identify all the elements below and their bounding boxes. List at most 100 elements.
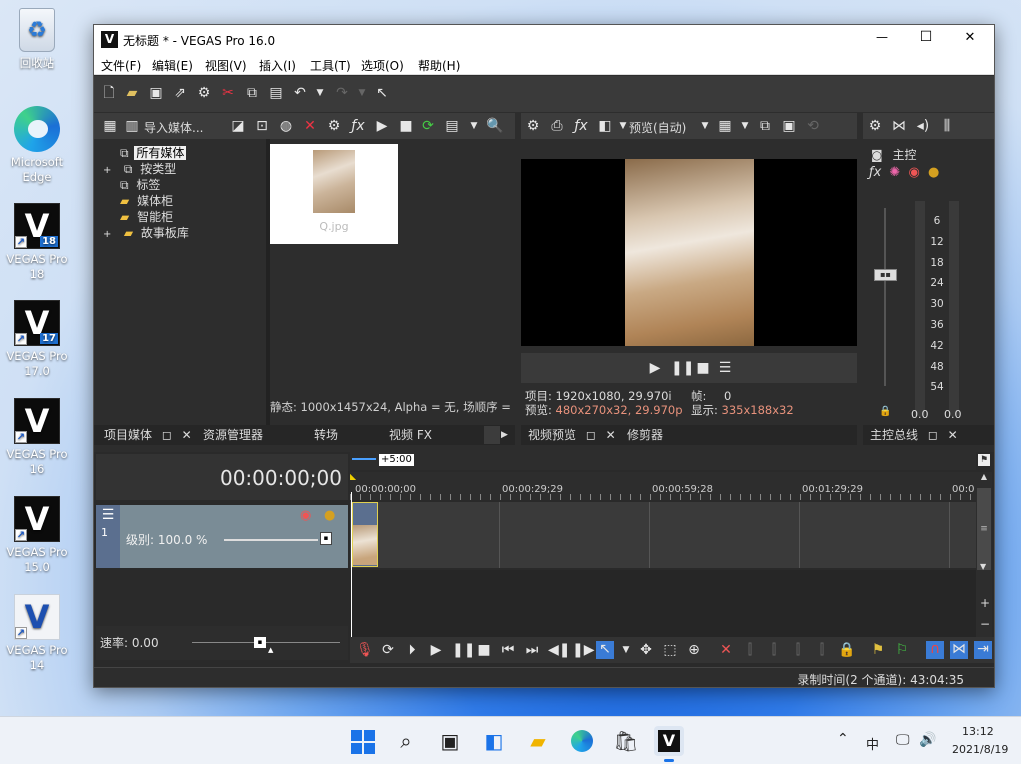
quality-dropdown-icon[interactable]: ▼ (697, 118, 713, 134)
cursor-marker-icon[interactable]: ◣ (350, 472, 356, 481)
tab-project-media[interactable]: 项目媒体 ◻ ✕ (104, 426, 192, 444)
time-ruler[interactable]: ◣ 00:00:00;00 00:00:29;29 00:00:59;28 00… (350, 472, 976, 500)
tab-trimmer[interactable]: 修剪器 (627, 426, 663, 444)
zoom-in-vertical-icon[interactable]: + (980, 596, 990, 610)
mixer-settings-icon[interactable]: ⚙ (867, 118, 883, 134)
vegas-taskbar-button[interactable]: V (654, 726, 684, 762)
menu-tools[interactable]: 工具(T) (310, 57, 351, 74)
empty-track-area[interactable] (350, 570, 976, 640)
tree-item-storyboard[interactable]: + ▰ 故事板库 (103, 224, 189, 241)
preview-play-icon[interactable]: ▶ (647, 360, 663, 376)
redo-dropdown-icon[interactable]: ▼ (354, 85, 370, 101)
tab-video-preview[interactable]: 视频预览 ◻ ✕ (528, 426, 616, 444)
tab-master-bus[interactable]: 主控总线 ◻ ✕ (870, 426, 958, 444)
tab-transitions[interactable]: 转场 (314, 426, 338, 444)
clock-date[interactable]: 2021/8/19 (952, 743, 1008, 756)
close-button[interactable]: ✕ (950, 30, 990, 45)
tree-item-smart-bin[interactable]: ▰ 智能柜 (120, 208, 173, 225)
previous-frame-icon[interactable]: ◀❚ (548, 642, 571, 658)
ime-indicator[interactable]: 中 (866, 734, 879, 753)
preview-pause-icon[interactable]: ❚❚ (671, 360, 694, 376)
track-solo-icon[interactable]: ● (324, 508, 335, 523)
close-tab-icon[interactable]: ✕ (948, 428, 958, 442)
tab-scroll-right-icon[interactable]: ▶ (501, 426, 508, 444)
minimize-button[interactable]: — (862, 30, 902, 44)
desktop-icon-vegas-18[interactable]: V 18 ↗ VEGAS Pro 18 (2, 203, 72, 282)
preview-quality-select[interactable]: 预览(自动) (629, 119, 686, 136)
track-menu-icon[interactable]: ☰ (96, 507, 120, 523)
track-selector[interactable]: ☰ 1 (96, 505, 120, 568)
mixer-faders-icon[interactable]: ⫼ (939, 118, 955, 134)
copy-icon[interactable]: ⧉ (244, 85, 260, 101)
menu-edit[interactable]: 编辑(E) (152, 57, 193, 74)
track-lane[interactable] (350, 502, 976, 568)
lock-event-icon[interactable]: 🔒 (838, 642, 855, 658)
scroll-thumb[interactable]: ≡ (977, 488, 991, 570)
close-tab-icon[interactable]: ✕ (606, 428, 616, 442)
menu-insert[interactable]: 插入(I) (259, 57, 296, 74)
tab-explorer[interactable]: 资源管理器 (203, 426, 263, 444)
normal-edit-tool-icon[interactable]: ↖ (596, 641, 614, 659)
preview-menu-icon[interactable]: ☰ (717, 360, 733, 376)
delete-icon[interactable]: ✕ (718, 642, 734, 658)
fx-icon[interactable]: ƒx (350, 118, 366, 134)
envelope-tool-icon[interactable]: ✥ (638, 642, 654, 658)
open-folder-icon[interactable]: ▰ (124, 85, 140, 101)
tree-item-media-bin[interactable]: ▰ 媒体柜 (120, 192, 173, 209)
tab-video-fx[interactable]: 视频 FX (389, 426, 432, 444)
settings-icon[interactable]: ⚙ (196, 85, 212, 101)
tree-item-tags[interactable]: ⧉ 标签 (120, 176, 160, 193)
sync-icon[interactable]: ⟲ (805, 118, 821, 134)
auto-preview-icon[interactable]: ⟳ (420, 118, 436, 134)
trim-start-icon[interactable]: ⫿ (766, 642, 782, 658)
expand-icon[interactable]: + (103, 165, 113, 176)
desktop-icon-vegas-15[interactable]: V ↗ VEGAS Pro 15.0 (2, 496, 72, 575)
zoom-out-vertical-icon[interactable]: − (980, 617, 990, 631)
views-icon[interactable]: ▤ (444, 118, 460, 134)
tree-item-by-type[interactable]: + ⧉ 按类型 (103, 160, 176, 177)
dim-output-icon[interactable]: ◂) (915, 118, 931, 134)
stop-icon[interactable]: ■ (476, 642, 492, 658)
undock-icon[interactable]: ◻ (162, 428, 172, 442)
undock-icon[interactable]: ◻ (586, 428, 596, 442)
mute-icon[interactable]: ◉ (908, 165, 919, 180)
paste-icon[interactable]: ▤ (268, 85, 284, 101)
tab-scroll-left[interactable] (484, 426, 500, 444)
copy-snapshot-icon[interactable]: ⧉ (757, 118, 773, 134)
insert-region-icon[interactable]: ⚐ (894, 642, 910, 658)
loop-playback-icon[interactable]: ⟳ (380, 642, 396, 658)
desktop-icon-vegas-16[interactable]: V ↗ VEGAS Pro 16 (2, 398, 72, 477)
insert-marker-icon[interactable]: ⚑ (870, 642, 886, 658)
get-media-icon[interactable]: ⊡ (254, 118, 270, 134)
capture-icon[interactable]: ◪ (230, 118, 246, 134)
record-icon[interactable]: 🎙 (356, 642, 374, 658)
play-icon[interactable]: ▶ (428, 642, 444, 658)
media-options-icon[interactable]: ▦ (102, 118, 118, 134)
track-mute-icon[interactable]: ◉ (300, 508, 311, 523)
master-fader-handle[interactable]: ▪▪ (874, 269, 897, 281)
scroll-up-icon[interactable]: ▲ (976, 472, 992, 481)
save-snapshot-icon[interactable]: ▣ (781, 118, 797, 134)
loop-region-bar[interactable]: +5:00 (350, 452, 976, 470)
master-checkbox-icon[interactable]: ◙ (871, 148, 883, 162)
edge-icon[interactable] (567, 726, 597, 756)
menu-view[interactable]: 视图(V) (205, 57, 247, 74)
start-button[interactable] (347, 726, 377, 756)
undock-icon[interactable]: ◻ (928, 428, 938, 442)
next-frame-icon[interactable]: ❚▶ (572, 642, 595, 658)
file-explorer-icon[interactable]: ▰ (523, 726, 553, 756)
search-icon[interactable]: 🔍 (486, 118, 503, 134)
widgets-icon[interactable]: ◧ (479, 726, 509, 756)
menu-file[interactable]: 文件(F) (101, 57, 141, 74)
show-hidden-icons-icon[interactable]: ⌃ (837, 731, 849, 747)
media-properties-icon[interactable]: ⚙ (326, 118, 342, 134)
cut-icon[interactable]: ✂ (220, 85, 236, 101)
pause-icon[interactable]: ❚❚ (452, 642, 475, 658)
search-icon[interactable]: ⌕ (391, 726, 421, 756)
close-tab-icon[interactable]: ✕ (182, 428, 192, 442)
go-to-start-icon[interactable]: ⏮ (500, 642, 516, 658)
master-fx-icon[interactable]: ƒx (869, 165, 881, 180)
overlays-icon[interactable]: ▦ (717, 118, 733, 134)
menu-help[interactable]: 帮助(H) (418, 57, 460, 74)
trim-icon[interactable]: ⫿ (742, 642, 758, 658)
